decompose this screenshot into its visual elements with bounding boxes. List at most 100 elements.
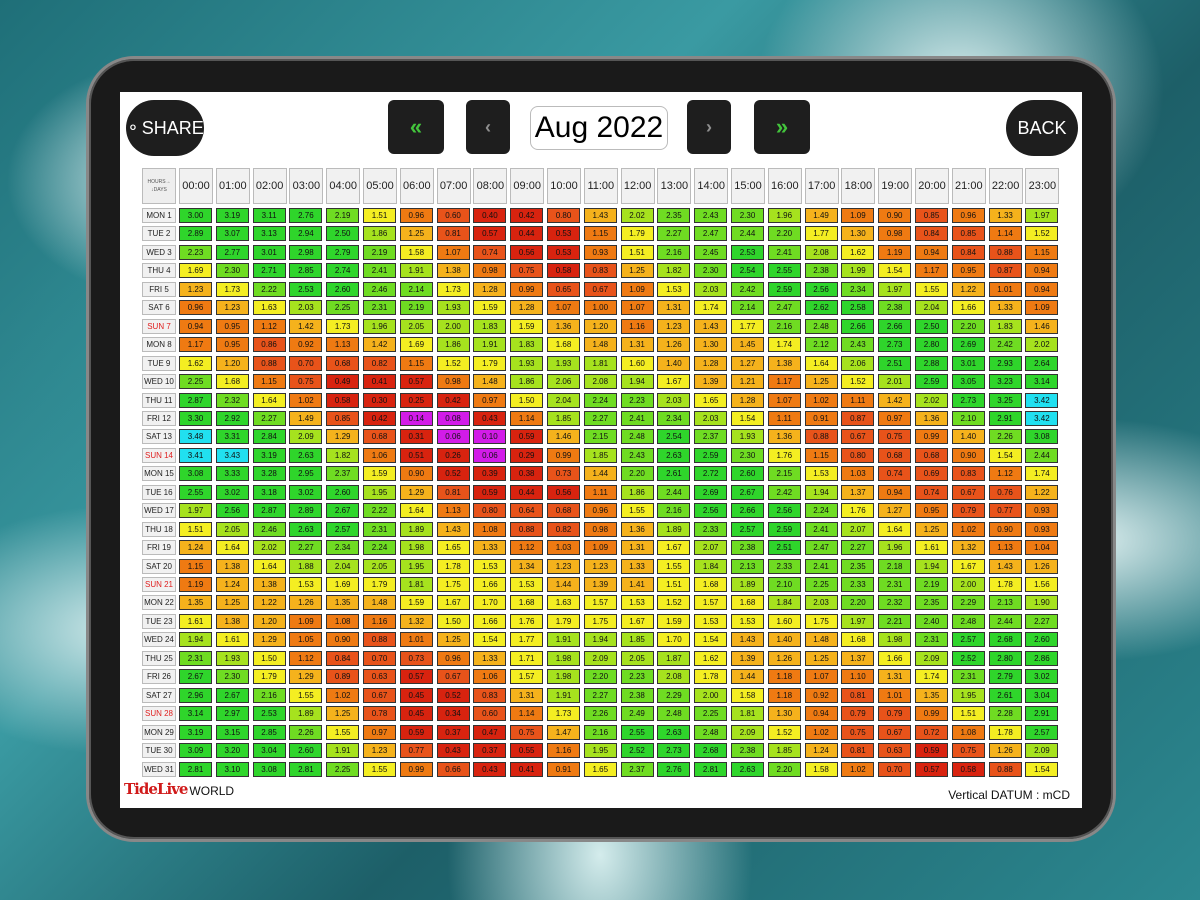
tide-height-cell: 1.64	[399, 503, 433, 519]
tide-height-cell: 1.67	[657, 540, 691, 556]
tide-height-cell: 1.70	[657, 632, 691, 648]
tide-height-cell: 2.79	[988, 669, 1022, 685]
tide-height-cell: 0.67	[363, 687, 396, 703]
day-label: THU 25	[142, 650, 176, 666]
tide-height-cell: 3.19	[179, 724, 212, 740]
tide-height-cell: 0.90	[399, 466, 433, 482]
tide-height-cell: 2.45	[694, 244, 728, 260]
tide-height-cell: 2.80	[915, 337, 948, 353]
previous-month-button[interactable]: ‹	[466, 100, 510, 154]
tide-height-cell: 2.29	[951, 595, 985, 611]
tide-height-cell: 2.32	[878, 595, 912, 611]
tide-height-cell: 0.78	[363, 706, 396, 722]
tide-height-cell: 2.72	[694, 466, 728, 482]
tide-height-cell: 1.38	[436, 263, 470, 279]
tide-height-cell: 1.30	[767, 706, 801, 722]
tide-height-cell: 2.20	[583, 669, 617, 685]
tide-height-cell: 2.26	[988, 429, 1022, 445]
tide-height-cell: 0.76	[988, 484, 1022, 500]
tide-height-cell: 2.60	[1025, 632, 1059, 648]
tide-height-cell: 2.43	[841, 337, 875, 353]
tide-height-cell: 2.33	[767, 558, 801, 574]
tide-height-cell: 1.91	[399, 263, 433, 279]
tide-height-cell: 1.09	[289, 613, 323, 629]
tide-height-cell: 2.06	[547, 374, 580, 390]
tide-height-cell: 0.90	[326, 632, 360, 648]
tide-height-cell: 0.93	[583, 244, 617, 260]
tide-height-cell: 1.77	[510, 632, 544, 648]
tide-height-cell: 1.19	[179, 577, 212, 592]
tide-height-cell: 3.01	[951, 355, 985, 371]
tide-height-cell: 2.44	[731, 226, 764, 242]
previous-month-fast-button[interactable]: «	[388, 100, 444, 154]
back-button[interactable]: BACK	[1006, 100, 1078, 156]
tide-height-cell: 2.25	[694, 706, 728, 722]
day-label: MON 29	[142, 724, 176, 740]
tide-height-cell: 1.25	[804, 374, 838, 390]
tide-height-cell: 0.98	[583, 521, 617, 537]
tide-height-cell: 0.74	[878, 466, 912, 482]
tide-height-cell: 0.58	[951, 761, 985, 777]
tide-height-cell: 0.41	[510, 761, 544, 777]
tide-height-cell: 2.61	[988, 687, 1022, 703]
tide-height-cell: 0.56	[510, 244, 544, 260]
tide-height-cell: 0.59	[915, 743, 948, 759]
tide-height-cell: 3.15	[215, 724, 249, 740]
tide-height-cell: 1.30	[841, 226, 875, 242]
tide-height-cell: 2.55	[179, 484, 212, 500]
day-label: WED 17	[142, 503, 176, 519]
tide-height-cell: 2.73	[878, 337, 912, 353]
tide-height-cell: 1.03	[547, 540, 580, 556]
tide-height-cell: 1.59	[399, 595, 433, 611]
tide-height-cell: 2.47	[767, 300, 801, 316]
tide-height-cell: 2.63	[731, 761, 764, 777]
tide-height-cell: 0.81	[436, 484, 470, 500]
tide-height-cell: 1.11	[841, 392, 875, 408]
tide-height-cell: 2.07	[694, 540, 728, 556]
tide-height-cell: 1.16	[547, 743, 580, 759]
tide-height-cell: 1.58	[399, 244, 433, 260]
tide-height-cell: 2.89	[289, 503, 323, 519]
vertical-datum-label: Vertical DATUM : mCD	[948, 788, 1070, 802]
tide-height-cell: 2.27	[841, 540, 875, 556]
tide-height-cell: 1.17	[179, 337, 212, 353]
tide-height-cell: 1.58	[804, 761, 838, 777]
tide-height-cell: 1.50	[252, 650, 286, 666]
tide-height-cell: 0.60	[436, 208, 470, 223]
tide-height-cell: 1.54	[988, 447, 1022, 463]
tide-height-cell: 1.75	[436, 577, 470, 592]
tide-height-cell: 2.31	[363, 300, 396, 316]
tide-height-cell: 2.92	[215, 410, 249, 426]
tide-height-cell: 1.96	[878, 540, 912, 556]
day-label: WED 24	[142, 632, 176, 648]
tide-height-cell: 1.74	[767, 337, 801, 353]
tide-height-cell: 1.63	[547, 595, 580, 611]
tide-height-cell: 2.94	[289, 226, 323, 242]
tide-height-cell: 2.27	[657, 226, 691, 242]
next-month-button[interactable]: ›	[687, 100, 731, 154]
tide-height-cell: 0.95	[915, 503, 948, 519]
tide-height-cell: 1.29	[399, 484, 433, 500]
tide-height-cell: 2.14	[731, 300, 764, 316]
tide-height-cell: 2.60	[326, 281, 360, 297]
tide-height-cell: 2.14	[399, 281, 433, 297]
tide-height-cell: 0.80	[547, 208, 580, 223]
next-month-fast-button[interactable]: »	[754, 100, 810, 154]
tide-height-cell: 1.93	[436, 300, 470, 316]
tide-height-cell: 1.59	[473, 300, 507, 316]
tide-height-cell: 2.88	[915, 355, 948, 371]
tide-height-cell: 2.96	[179, 687, 212, 703]
tide-height-cell: 3.19	[215, 208, 249, 223]
tide-height-cell: 0.90	[951, 447, 985, 463]
tide-height-cell: 1.66	[878, 650, 912, 666]
tide-height-cell: 0.98	[473, 263, 507, 279]
tide-height-cell: 1.15	[804, 447, 838, 463]
tide-height-cell: 0.64	[510, 503, 544, 519]
tide-height-cell: 2.59	[767, 521, 801, 537]
tide-height-cell: 1.79	[473, 355, 507, 371]
tide-height-cell: 1.31	[878, 669, 912, 685]
tide-height-cell: 0.42	[436, 392, 470, 408]
tide-height-cell: 1.81	[583, 355, 617, 371]
share-button[interactable]: ⚬ SHARE	[126, 100, 204, 156]
tide-height-cell: 1.66	[473, 577, 507, 592]
